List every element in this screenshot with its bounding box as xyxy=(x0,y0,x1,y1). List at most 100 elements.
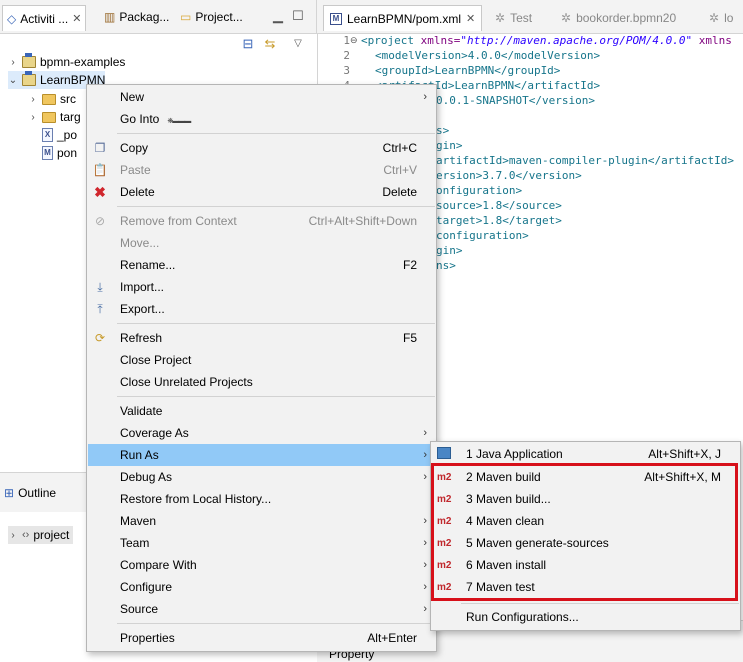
menu-item-source[interactable]: Source › xyxy=(88,598,437,620)
menu-item-label: Team xyxy=(120,536,150,550)
tree-item-label: pon xyxy=(57,146,78,160)
menu-separator xyxy=(461,603,739,604)
expand-arrow-icon[interactable]: › xyxy=(28,112,38,123)
menu-item-label: Import... xyxy=(120,280,165,294)
menu-item-import[interactable]: ⤓ Import... xyxy=(88,276,437,298)
tab-test[interactable]: ✲ Test xyxy=(495,5,532,31)
tab-project-explorer[interactable]: ▭ Project... xyxy=(180,6,243,28)
submenu-arrow-icon: › xyxy=(423,471,427,483)
submenu-arrow-icon: › xyxy=(423,603,427,615)
close-icon[interactable]: ✕ xyxy=(72,12,81,25)
tab-label: bookorder.bpmn20 xyxy=(576,11,677,25)
tab-activiti-explorer[interactable]: ◇ Activiti ... ✕ xyxy=(2,5,87,31)
folder-icon xyxy=(42,111,56,123)
menu-item-maven[interactable]: Maven › xyxy=(88,510,437,532)
code-line-10: onfiguration> xyxy=(436,184,523,197)
submenu-arrow-icon: › xyxy=(423,427,427,439)
tab-more[interactable]: ✲ lo xyxy=(709,5,733,31)
menu-item-label: Maven xyxy=(120,514,157,528)
submenu-item-run-configurations[interactable]: Run Configurations... xyxy=(432,606,741,628)
menu-item-validate[interactable]: Validate xyxy=(88,400,437,422)
editor-tab-bar: M LearnBPMN/pom.xml ✕ ✲ Test ✲ bookorder… xyxy=(316,0,743,34)
code-line-3: <groupId>LearnBPMN</groupId> xyxy=(375,64,561,77)
menu-item-compare-with[interactable]: Compare With › xyxy=(88,554,437,576)
menu-item-copy[interactable]: ❐ Copy Ctrl+C xyxy=(88,137,437,159)
expand-arrow-icon[interactable]: › xyxy=(8,530,18,541)
menu-item-close-unrelated[interactable]: Close Unrelated Projects xyxy=(88,371,437,393)
menu-item-debug-as[interactable]: Debug As › xyxy=(88,466,437,488)
menu-item-remove-from-context[interactable]: ⊘ Remove from Context Ctrl+Alt+Shift+Dow… xyxy=(88,210,437,232)
menu-item-coverage-as[interactable]: Coverage As › xyxy=(88,422,437,444)
code-line-13: configuration> xyxy=(436,229,529,242)
menu-item-move[interactable]: Move... xyxy=(88,232,437,254)
code-line-12: target>1.8</target> xyxy=(436,214,562,227)
outline-icon: ⊞ xyxy=(4,486,15,500)
menu-item-team[interactable]: Team › xyxy=(88,532,437,554)
shortcut-label: Ctrl+V xyxy=(383,163,417,177)
menu-item-label: Coverage As xyxy=(120,426,189,440)
expand-arrow-icon[interactable]: › xyxy=(28,94,38,105)
menu-separator xyxy=(117,396,435,397)
context-menu: New › Go Into ❋▬▬▬ ❐ Copy Ctrl+C 📋 Paste … xyxy=(86,84,437,652)
tab-bookorder[interactable]: ✲ bookorder.bpmn20 xyxy=(561,5,676,31)
menu-item-paste[interactable]: 📋 Paste Ctrl+V xyxy=(88,159,437,181)
xml-file-icon: X xyxy=(42,128,53,142)
code-line-15: ns> xyxy=(436,259,456,272)
tree-item-target[interactable]: › targ xyxy=(28,108,81,126)
shortcut-label: Ctrl+Alt+Shift+Down xyxy=(308,214,417,228)
maximize-icon[interactable]: ☐ xyxy=(290,8,306,24)
outline-item-project[interactable]: › ‹› project xyxy=(8,526,74,544)
tab-package-explorer[interactable]: ▥ Packag... xyxy=(104,6,169,28)
expand-arrow-icon[interactable]: › xyxy=(8,57,18,68)
menu-item-refresh[interactable]: ⟳ Refresh F5 xyxy=(88,327,437,349)
line-number: 1 xyxy=(343,34,350,47)
shortcut-label: F2 xyxy=(402,258,417,272)
menu-item-go-into[interactable]: Go Into ❋▬▬▬ xyxy=(88,108,437,130)
menu-item-configure[interactable]: Configure › xyxy=(88,576,437,598)
menu-item-new[interactable]: New › xyxy=(88,86,437,108)
tree-item-file[interactable]: X _po xyxy=(42,126,77,144)
menu-item-label: Copy xyxy=(120,141,149,155)
collapse-arrow-icon[interactable]: ⌄ xyxy=(8,75,18,86)
line-number: 3 xyxy=(343,64,350,77)
xml-tag: <project xyxy=(361,34,414,47)
tree-item-label: targ xyxy=(60,110,81,124)
menu-separator xyxy=(117,623,435,624)
code-line-7: gin> xyxy=(436,139,463,152)
minimize-icon[interactable]: ▁ xyxy=(270,8,286,24)
code-line-14: gin> xyxy=(436,244,463,257)
menu-item-label: Properties xyxy=(120,631,175,645)
explorer-tab-bar: ◇ Activiti ... ✕ ▥ Packag... ▭ Project..… xyxy=(0,0,316,34)
link-editor-icon[interactable]: ⇆ xyxy=(262,36,278,52)
menu-item-rename[interactable]: Rename... F2 xyxy=(88,254,437,276)
tab-label: Outline xyxy=(18,486,57,500)
menu-item-label: New xyxy=(120,90,145,104)
menu-item-restore-history[interactable]: Restore from Local History... xyxy=(88,488,437,510)
menu-item-run-as[interactable]: Run As › xyxy=(88,444,437,466)
menu-item-export[interactable]: ⤒ Export... xyxy=(88,298,437,320)
tab-label: Packag... xyxy=(119,10,170,24)
collapse-all-icon[interactable]: ⊟ xyxy=(240,36,256,52)
close-icon[interactable]: ✕ xyxy=(466,12,475,25)
menu-item-properties[interactable]: Properties Alt+Enter xyxy=(88,627,437,649)
tab-outline[interactable]: ⊞ Outline xyxy=(4,482,56,504)
submenu-item-java-application[interactable]: 1 Java Application Alt+Shift+X, J xyxy=(432,443,741,465)
menu-item-label: Refresh xyxy=(120,331,163,345)
menu-item-delete[interactable]: ✖ Delete Delete xyxy=(88,181,437,203)
menu-item-close-project[interactable]: Close Project xyxy=(88,349,437,371)
xml-attr: xmlns xyxy=(692,34,732,47)
code-line-5: 0.0.1-SNAPSHOT</version> xyxy=(436,94,595,107)
menu-item-label: Compare With xyxy=(120,558,197,572)
tree-item-bpmn-examples[interactable]: › bpmn-examples xyxy=(8,53,125,71)
menu-item-label: Close Unrelated Projects xyxy=(120,375,253,389)
view-menu-chevron-down-icon[interactable]: ▽ xyxy=(290,36,306,52)
fold-icon[interactable]: ⊖ xyxy=(350,33,358,48)
shortcut-label: F5 xyxy=(402,331,417,345)
submenu-arrow-icon: › xyxy=(423,91,427,103)
tree-item-src[interactable]: › src xyxy=(28,90,76,108)
tab-pom-xml[interactable]: M LearnBPMN/pom.xml ✕ xyxy=(323,5,483,31)
menu-item-label: Run As xyxy=(120,448,159,462)
activiti-icon: ◇ xyxy=(7,11,17,26)
menu-item-label: Export... xyxy=(120,302,165,316)
tree-item-pom[interactable]: M pon xyxy=(42,144,77,162)
